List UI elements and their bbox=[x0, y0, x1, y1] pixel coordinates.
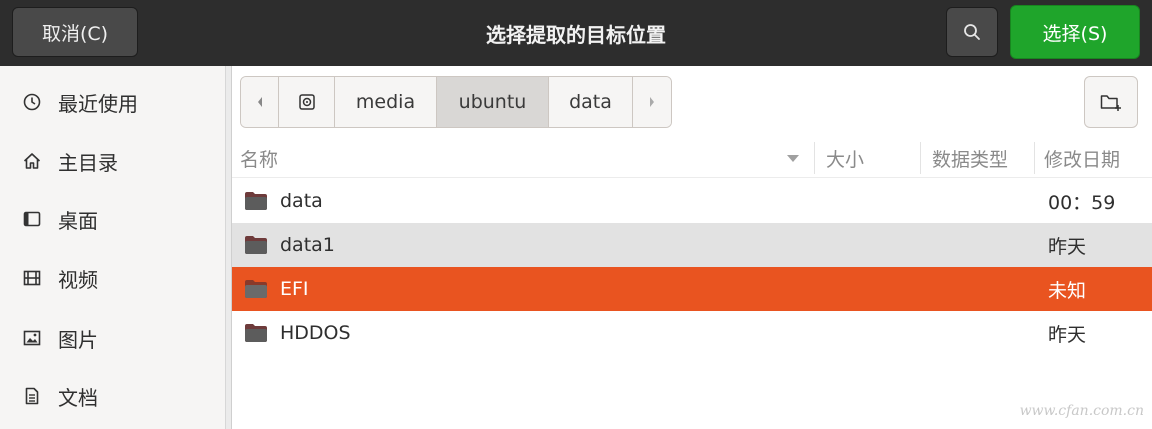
dialog-title: 选择提取的目标位置 bbox=[486, 22, 666, 47]
sidebar-item-label: 最近使用 bbox=[58, 91, 138, 116]
video-icon bbox=[22, 268, 42, 288]
path-segment-ubuntu[interactable]: ubuntu bbox=[437, 77, 549, 127]
sidebar-item-label: 图片 bbox=[58, 327, 98, 352]
file-modified: 未知 bbox=[1048, 279, 1087, 302]
column-header: 名称 大小 数据类型 修改日期 bbox=[232, 138, 1152, 178]
path-segment-data[interactable]: data bbox=[549, 77, 633, 127]
file-modified: 昨天 bbox=[1048, 235, 1087, 258]
column-modified[interactable]: 修改日期 bbox=[1044, 138, 1120, 178]
sidebar-item-documents[interactable]: 文档 bbox=[0, 374, 225, 418]
search-icon bbox=[964, 24, 980, 40]
chevron-left-icon bbox=[257, 97, 262, 107]
folder-icon bbox=[245, 324, 267, 342]
sidebar-item-desktop[interactable]: 桌面 bbox=[0, 197, 225, 241]
sidebar-item-recent[interactable]: 最近使用 bbox=[0, 80, 225, 124]
file-modified: 00：59 bbox=[1048, 191, 1116, 214]
document-icon bbox=[22, 386, 42, 406]
sidebar-item-label: 视频 bbox=[58, 267, 98, 292]
chevron-right-icon bbox=[650, 97, 654, 107]
sidebar-item-pictures[interactable]: 图片 bbox=[0, 316, 225, 360]
clock-icon bbox=[22, 92, 42, 112]
path-segment-drive[interactable] bbox=[279, 77, 335, 127]
file-browser: media ubuntu data 名称 大小 数据类型 修改日期 data 0… bbox=[232, 66, 1152, 429]
file-row[interactable]: data 00：59 bbox=[232, 179, 1152, 223]
path-forward-arrow[interactable] bbox=[633, 77, 671, 127]
path-bar: media ubuntu data bbox=[240, 76, 672, 128]
file-row[interactable]: HDDOS 昨天 bbox=[232, 311, 1152, 355]
disk-icon bbox=[298, 94, 315, 110]
file-name: data1 bbox=[280, 234, 335, 256]
folder-icon bbox=[245, 280, 267, 298]
header-bar: 取消(C) 选择提取的目标位置 选择(S) bbox=[0, 0, 1152, 66]
sidebar-item-label: 主目录 bbox=[58, 150, 118, 175]
search-button[interactable] bbox=[946, 7, 998, 57]
file-name: HDDOS bbox=[280, 322, 351, 344]
select-button[interactable]: 选择(S) bbox=[1010, 5, 1140, 59]
column-name[interactable]: 名称 bbox=[240, 138, 278, 178]
column-divider bbox=[814, 142, 815, 174]
folder-icon bbox=[245, 236, 267, 254]
chevron-down-icon bbox=[787, 155, 799, 162]
column-size[interactable]: 大小 bbox=[826, 138, 864, 178]
file-row-selected[interactable]: EFI 未知 bbox=[232, 267, 1152, 311]
column-divider bbox=[920, 142, 921, 174]
new-folder-icon bbox=[1100, 95, 1121, 111]
column-type[interactable]: 数据类型 bbox=[932, 138, 1008, 178]
desktop-icon bbox=[22, 209, 42, 229]
sidebar: 最近使用 主目录 桌面 视频 图片 文档 bbox=[0, 66, 225, 429]
watermark: www.cfan.com.cn bbox=[1019, 403, 1144, 419]
new-folder-button[interactable] bbox=[1084, 76, 1138, 128]
sidebar-item-videos[interactable]: 视频 bbox=[0, 256, 225, 300]
sidebar-item-home[interactable]: 主目录 bbox=[0, 139, 225, 183]
home-icon bbox=[22, 151, 42, 171]
sidebar-item-label: 桌面 bbox=[58, 208, 98, 233]
column-divider bbox=[1034, 142, 1035, 174]
path-back-arrow[interactable] bbox=[241, 77, 279, 127]
sort-icon[interactable] bbox=[786, 138, 800, 178]
picture-icon bbox=[22, 328, 42, 348]
cancel-button[interactable]: 取消(C) bbox=[12, 7, 138, 57]
pane-splitter[interactable] bbox=[225, 66, 232, 429]
file-row[interactable]: data1 昨天 bbox=[232, 223, 1152, 267]
sidebar-item-label: 文档 bbox=[58, 385, 98, 410]
file-name: data bbox=[280, 190, 323, 212]
path-segment-media[interactable]: media bbox=[335, 77, 437, 127]
folder-icon bbox=[245, 192, 267, 210]
file-modified: 昨天 bbox=[1048, 323, 1087, 346]
file-name: EFI bbox=[280, 278, 309, 300]
